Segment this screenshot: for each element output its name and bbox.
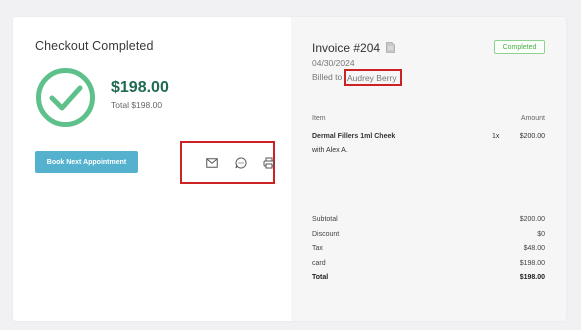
card-value: $198.00 [519, 259, 545, 267]
checkout-summary-pane: Checkout Completed $198.00 Total $198.00… [13, 17, 291, 321]
line-item-quantity: 1x [492, 133, 500, 140]
provider-name: with Alex A. [312, 147, 348, 154]
discount-row: Discount $0 [312, 231, 545, 246]
book-next-appointment-button[interactable]: Book Next Appointment [35, 151, 138, 173]
amount-column-header: Amount [520, 115, 545, 122]
checkout-card: Checkout Completed $198.00 Total $198.00… [13, 17, 566, 321]
card-label: card [312, 259, 326, 267]
discount-value: $0 [537, 230, 545, 238]
status-badge: Completed [494, 40, 545, 54]
check-circle-icon [36, 68, 95, 127]
invoice-pane: Invoice #204 Completed 04/30/2024 Billed… [291, 17, 566, 321]
line-item-name: Dermal Fillers 1ml Cheek with Alex A. [312, 130, 442, 158]
tax-row: Tax $48.00 [312, 245, 545, 260]
line-item-price: $200.00 [519, 133, 545, 140]
tax-label: Tax [312, 245, 323, 252]
print-receipt-button[interactable] [262, 156, 276, 170]
invoice-totals: Subtotal $200.00 Discount $0 Tax $48.00 … [312, 216, 545, 289]
mail-icon [206, 158, 218, 168]
discount-label: Discount [312, 230, 340, 238]
total-line: Total $198.00 [111, 100, 163, 110]
service-name: Dermal Fillers 1ml Cheek [312, 133, 396, 140]
item-column-header: Item [312, 115, 326, 122]
total-label: Total [312, 274, 329, 281]
total-value: $198.00 [519, 274, 545, 281]
total-row: Total $198.00 [312, 274, 545, 289]
invoice-title: Invoice #204 [312, 41, 381, 55]
document-icon[interactable] [386, 42, 395, 53]
email-receipt-button[interactable] [205, 156, 219, 170]
billed-to-label: Billed to [312, 72, 343, 82]
subtotal-value: $200.00 [519, 216, 545, 223]
printer-icon [263, 157, 275, 169]
billed-to-name[interactable]: Audrey Berry [344, 69, 402, 86]
invoice-line-item: Dermal Fillers 1ml Cheek with Alex A. 1x… [312, 130, 545, 158]
tax-value: $48.00 [523, 245, 545, 252]
paid-amount: $198.00 [111, 79, 169, 96]
checkout-title: Checkout Completed [35, 39, 154, 53]
chat-icon [235, 157, 247, 169]
card-payment-row: card $198.00 [312, 260, 545, 275]
invoice-date: 04/30/2024 [312, 58, 355, 68]
receipt-actions-group [180, 141, 275, 184]
sms-receipt-button[interactable] [234, 156, 248, 170]
subtotal-label: Subtotal [312, 216, 338, 223]
subtotal-row: Subtotal $200.00 [312, 216, 545, 231]
invoice-column-headers: Item Amount [312, 115, 545, 122]
